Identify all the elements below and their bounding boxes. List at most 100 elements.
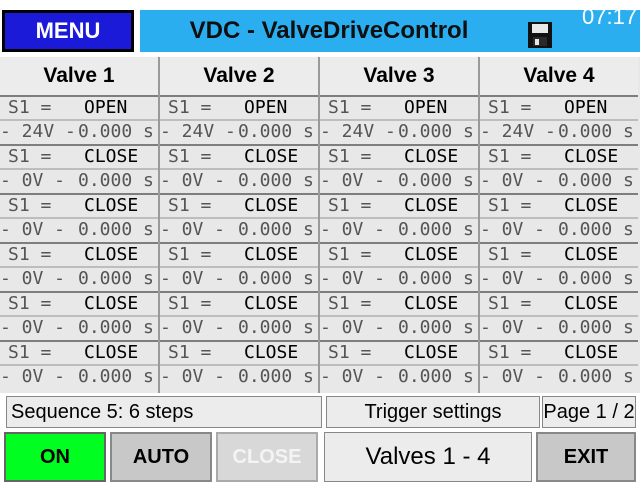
voltage-value: - 24V - — [0, 121, 76, 142]
time-value: 0.000 s — [558, 268, 634, 289]
voltage-value: - 0V - — [0, 366, 66, 387]
time-value: 0.000 s — [558, 317, 634, 338]
time-value: 0.000 s — [238, 366, 314, 387]
voltage-value: - 0V - — [480, 170, 546, 191]
step-cell[interactable]: S1 = OPEN - 24V -0.000 s — [480, 95, 638, 144]
sensor-label: S1 = — [168, 146, 212, 167]
sensor-label: S1 = — [328, 342, 372, 363]
trigger-settings-button[interactable]: Trigger settings — [326, 396, 540, 428]
step-cell[interactable]: S1 = CLOSE - 0V - 0.000 s — [160, 340, 318, 389]
sensor-label: S1 = — [168, 97, 212, 118]
sensor-label: S1 = — [488, 97, 532, 118]
voltage-value: - 0V - — [480, 366, 546, 387]
valve-state: CLOSE — [244, 342, 299, 363]
step-cell[interactable]: S1 = CLOSE - 0V - 0.000 s — [320, 340, 478, 389]
time-value: 0.000 s — [398, 317, 474, 338]
sensor-label: S1 = — [8, 342, 52, 363]
sensor-label: S1 = — [8, 293, 52, 314]
time-value: 0.000 s — [238, 219, 314, 240]
column-divider — [478, 57, 480, 393]
voltage-value: - 0V - — [320, 366, 386, 387]
step-cell[interactable]: S1 = CLOSE - 0V - 0.000 s — [0, 340, 158, 389]
valve-state: OPEN — [404, 97, 448, 118]
step-cell[interactable]: S1 = CLOSE - 0V - 0.000 s — [480, 340, 638, 389]
valve-state: CLOSE — [244, 293, 299, 314]
voltage-value: - 0V - — [0, 170, 66, 191]
step-cell[interactable]: S1 = OPEN - 24V -0.000 s — [160, 95, 318, 144]
valve-column: Valve 2 S1 = OPEN - 24V -0.000 s S1 = CLOSE - … — [160, 57, 318, 393]
valve-state: OPEN — [84, 97, 128, 118]
voltage-value: - 24V - — [320, 121, 396, 142]
voltage-value: - 0V - — [320, 268, 386, 289]
voltage-value: - 0V - — [160, 268, 226, 289]
valve-state: CLOSE — [404, 146, 459, 167]
step-cell[interactable]: S1 = CLOSE - 0V - 0.000 s — [480, 193, 638, 242]
step-cell[interactable]: S1 = CLOSE - 0V - 0.000 s — [320, 193, 478, 242]
time-value: 0.000 s — [558, 170, 634, 191]
valve-state: CLOSE — [244, 244, 299, 265]
step-cell[interactable]: S1 = CLOSE - 0V - 0.000 s — [0, 242, 158, 291]
step-cell[interactable]: S1 = OPEN - 24V -0.000 s — [0, 95, 158, 144]
step-cell[interactable]: S1 = CLOSE - 0V - 0.000 s — [320, 242, 478, 291]
voltage-value: - 0V - — [160, 219, 226, 240]
valve-column: Valve 1 S1 = OPEN - 24V -0.000 s S1 = CLOSE - … — [0, 57, 158, 393]
step-cell[interactable]: S1 = CLOSE - 0V - 0.000 s — [160, 291, 318, 340]
sensor-label: S1 = — [488, 146, 532, 167]
voltage-value: - 24V - — [480, 121, 556, 142]
floppy-disk-icon[interactable] — [528, 22, 552, 48]
sensor-label: S1 = — [488, 195, 532, 216]
step-cell[interactable]: S1 = CLOSE - 0V - 0.000 s — [0, 193, 158, 242]
time-value: 0.000 s — [558, 219, 634, 240]
valve-state: OPEN — [244, 97, 288, 118]
voltage-value: - 0V - — [160, 317, 226, 338]
sensor-label: S1 = — [488, 342, 532, 363]
exit-button[interactable]: EXIT — [536, 432, 636, 482]
step-cell[interactable]: S1 = CLOSE - 0V - 0.000 s — [160, 144, 318, 193]
time-value: 0.000 s — [238, 121, 314, 142]
sensor-label: S1 = — [8, 195, 52, 216]
voltage-value: - 0V - — [320, 219, 386, 240]
on-button[interactable]: ON — [4, 432, 106, 482]
clock: 07:17 — [582, 4, 638, 29]
time-value: 0.000 s — [558, 366, 634, 387]
valve-state: CLOSE — [84, 146, 139, 167]
sensor-label: S1 = — [328, 244, 372, 265]
sensor-label: S1 = — [328, 293, 372, 314]
time-value: 0.000 s — [398, 268, 474, 289]
valve-header: Valve 4 — [480, 57, 638, 95]
menu-button[interactable]: MENU — [2, 10, 134, 52]
valves-range-label: Valves 1 - 4 — [324, 432, 532, 482]
valve-state: CLOSE — [84, 195, 139, 216]
time-value: 0.000 s — [78, 121, 154, 142]
valve-column: Valve 4 S1 = OPEN - 24V -0.000 s S1 = CLOSE - … — [480, 57, 638, 393]
voltage-value: - 0V - — [0, 268, 66, 289]
auto-button[interactable]: AUTO — [110, 432, 212, 482]
step-cell[interactable]: S1 = CLOSE - 0V - 0.000 s — [160, 242, 318, 291]
sequence-info: Sequence 5: 6 steps — [6, 396, 322, 428]
app-title: VDC - ValveDriveControl — [140, 10, 518, 52]
time-value: 0.000 s — [558, 121, 634, 142]
step-cell[interactable]: S1 = CLOSE - 0V - 0.000 s — [480, 242, 638, 291]
time-value: 0.000 s — [78, 268, 154, 289]
valve-state: CLOSE — [564, 146, 619, 167]
step-cell[interactable]: S1 = CLOSE - 0V - 0.000 s — [320, 291, 478, 340]
step-cell[interactable]: S1 = CLOSE - 0V - 0.000 s — [0, 291, 158, 340]
valve-state: CLOSE — [564, 342, 619, 363]
voltage-value: - 0V - — [480, 317, 546, 338]
step-cell[interactable]: S1 = CLOSE - 0V - 0.000 s — [160, 193, 318, 242]
valve-state: CLOSE — [404, 342, 459, 363]
page-indicator[interactable]: Page 1 / 2 — [542, 396, 636, 428]
step-cell[interactable]: S1 = CLOSE - 0V - 0.000 s — [480, 144, 638, 193]
sensor-label: S1 = — [8, 146, 52, 167]
valve-state: CLOSE — [84, 342, 139, 363]
voltage-value: - 24V - — [160, 121, 236, 142]
time-value: 0.000 s — [398, 121, 474, 142]
step-cell[interactable]: S1 = CLOSE - 0V - 0.000 s — [0, 144, 158, 193]
valve-state: CLOSE — [84, 293, 139, 314]
voltage-value: - 0V - — [160, 366, 226, 387]
valve-header: Valve 3 — [320, 57, 478, 95]
step-cell[interactable]: S1 = OPEN - 24V -0.000 s — [320, 95, 478, 144]
sensor-label: S1 = — [328, 97, 372, 118]
step-cell[interactable]: S1 = CLOSE - 0V - 0.000 s — [320, 144, 478, 193]
step-cell[interactable]: S1 = CLOSE - 0V - 0.000 s — [480, 291, 638, 340]
